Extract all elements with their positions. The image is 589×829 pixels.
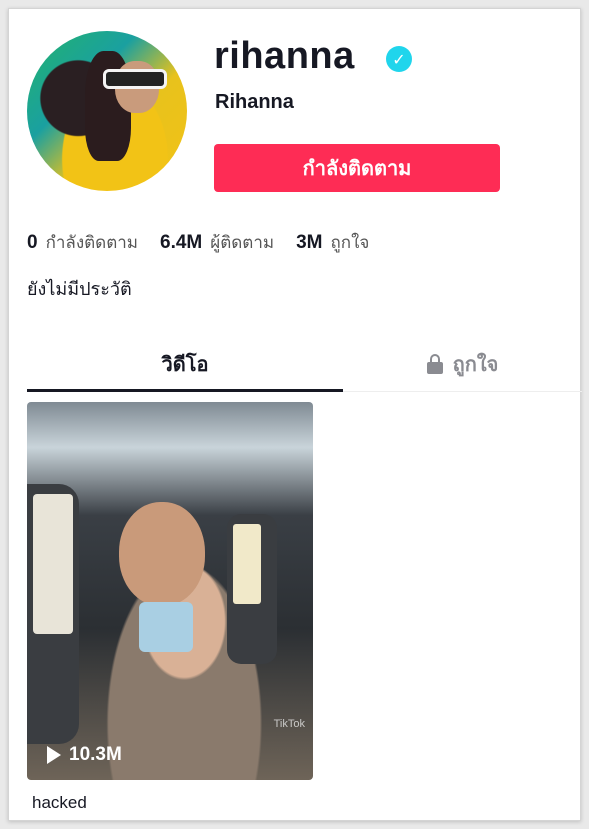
tab-liked[interactable]: ถูกใจ xyxy=(343,339,582,389)
tab-videos[interactable]: วิดีโอ xyxy=(27,339,343,392)
avatar-sunglasses-shape xyxy=(103,69,167,89)
stat-followers-count: 6.4M xyxy=(160,232,203,253)
profile-stats: 0 กำลังติดตาม 6.4M ผู้ติดตาม 3M ถูกใจ xyxy=(27,229,391,256)
tab-liked-label: ถูกใจ xyxy=(452,352,499,376)
username: rihanna xyxy=(214,35,355,77)
profile-card: rihanna ✓ Rihanna กำลังติดตาม 0 กำลังติด… xyxy=(8,8,582,821)
lock-icon xyxy=(426,354,443,374)
display-name: Rihanna xyxy=(215,91,294,113)
following-button[interactable]: กำลังติดตาม xyxy=(214,144,500,192)
play-count-value: 10.3M xyxy=(69,744,122,765)
stat-followers-label: ผู้ติดตาม xyxy=(210,233,275,253)
avatar[interactable] xyxy=(27,31,187,191)
play-icon xyxy=(47,746,61,764)
profile-tabs: วิดีโอ ถูกใจ xyxy=(27,339,582,392)
car-seat-label-right-shape xyxy=(233,524,261,604)
tiktok-watermark: TikTok xyxy=(273,718,305,730)
bio-text: ยังไม่มีประวัติ xyxy=(27,279,132,300)
stat-likes-count: 3M xyxy=(296,232,323,253)
car-seat-label-shape xyxy=(33,494,73,634)
stat-following-count: 0 xyxy=(27,232,38,253)
verified-check-icon: ✓ xyxy=(386,46,412,72)
stat-following-label: กำลังติดตาม xyxy=(45,233,139,253)
seat-strap-shape xyxy=(139,602,193,652)
stat-following[interactable]: 0 กำลังติดตาม xyxy=(27,229,138,256)
baby-head-shape xyxy=(119,502,205,606)
stat-likes-label: ถูกใจ xyxy=(330,233,370,253)
video-thumbnail[interactable]: TikTok 10.3M xyxy=(27,402,313,780)
stat-followers[interactable]: 6.4M ผู้ติดตาม xyxy=(160,229,274,256)
stat-likes: 3M ถูกใจ xyxy=(296,229,369,256)
play-count: 10.3M xyxy=(47,744,122,766)
video-caption[interactable]: hacked xyxy=(32,793,87,813)
